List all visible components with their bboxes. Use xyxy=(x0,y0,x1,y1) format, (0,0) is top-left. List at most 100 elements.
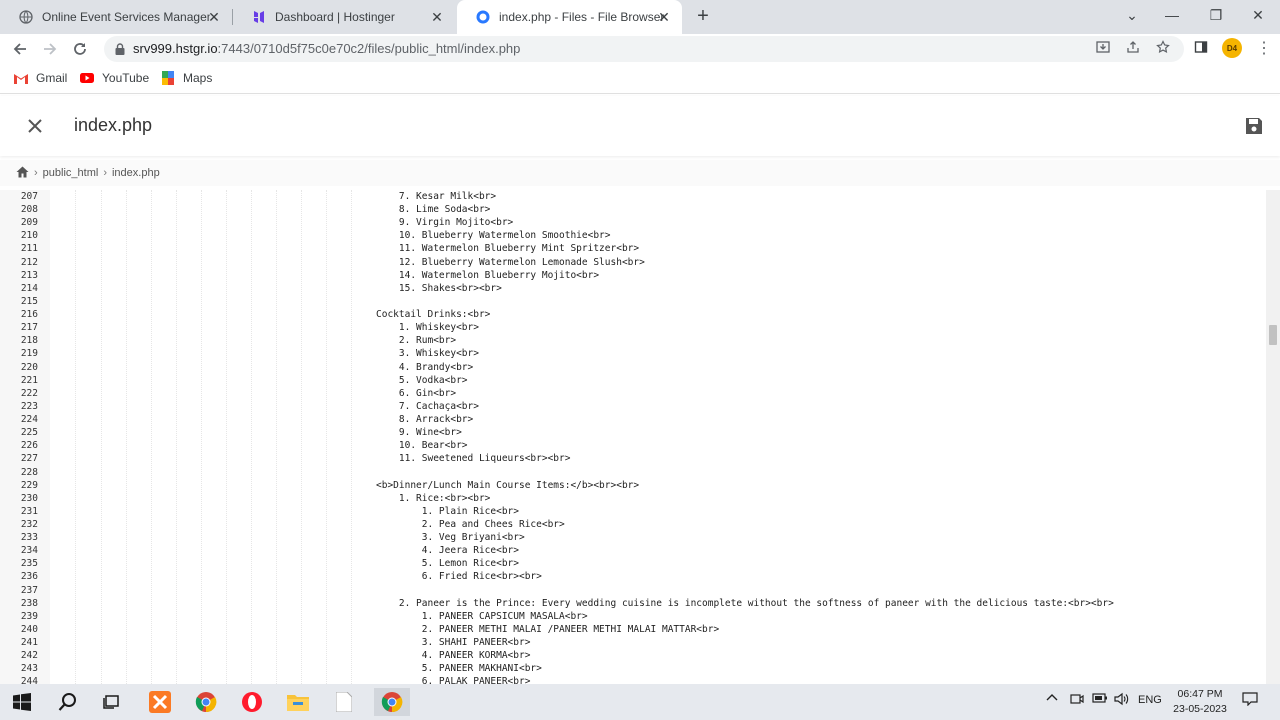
close-tab-icon[interactable]: ✕ xyxy=(656,9,672,25)
minimize-icon[interactable]: — xyxy=(1152,0,1192,30)
code-line[interactable]: 10. Blueberry Watermelon Smoothie<br> xyxy=(376,229,611,242)
more-menu-icon[interactable]: ⋮ xyxy=(1256,39,1272,59)
code-line[interactable]: 3. SHAHI PANEER<br> xyxy=(376,636,531,649)
notepad-icon[interactable] xyxy=(330,688,358,716)
code-line[interactable]: 12. Blueberry Watermelon Lemonade Slush<… xyxy=(376,256,645,269)
chrome-active-icon[interactable] xyxy=(374,688,410,716)
code-line[interactable]: 6. Gin<br> xyxy=(376,387,456,400)
line-number: 215 xyxy=(20,295,38,307)
code-line[interactable]: 14. Watermelon Blueberry Mojito<br> xyxy=(376,269,599,282)
line-number: 239 xyxy=(20,610,38,622)
tab-search-icon[interactable]: ⌄ xyxy=(1112,0,1152,30)
code-line[interactable]: 3. Whiskey<br> xyxy=(376,347,479,360)
share-icon[interactable] xyxy=(1124,38,1142,56)
code-line[interactable]: 15. Shakes<br><br> xyxy=(376,282,502,295)
code-line[interactable]: 11. Watermelon Blueberry Mint Spritzer<b… xyxy=(376,242,639,255)
bookmark-youtube[interactable]: YouTube xyxy=(80,71,149,85)
code-line[interactable]: 5. Vodka<br> xyxy=(376,374,468,387)
code-line[interactable]: 4. Brandy<br> xyxy=(376,361,473,374)
code-line[interactable]: 11. Sweetened Liqueurs<br><br> xyxy=(376,452,571,465)
side-panel-icon[interactable] xyxy=(1192,38,1210,56)
save-icon[interactable] xyxy=(1244,116,1264,136)
tab-online-event[interactable]: Online Event Services Manageme ✕ xyxy=(0,0,232,34)
new-tab-button[interactable]: + xyxy=(692,6,714,28)
code-line[interactable]: 9. Wine<br> xyxy=(376,426,462,439)
indent-guide xyxy=(301,190,302,684)
tab-title: index.php - Files - File Browser xyxy=(499,10,665,24)
breadcrumb-public-html[interactable]: public_html xyxy=(43,167,99,179)
code-line[interactable]: 3. Veg Briyani<br> xyxy=(376,531,525,544)
code-line[interactable]: 10. Bear<br> xyxy=(376,439,468,452)
editor-scrollbar[interactable] xyxy=(1266,190,1280,684)
code-line[interactable]: 1. Plain Rice<br> xyxy=(376,505,519,518)
code-line[interactable]: 4. PANEER KORMA<br> xyxy=(376,649,531,662)
clock-date: 23-05-2023 xyxy=(1173,703,1227,715)
code-line[interactable]: 1. PANEER CAPSICUM MASALA<br> xyxy=(376,610,588,623)
line-number: 217 xyxy=(20,322,38,334)
code-line[interactable]: 5. Lemon Rice<br> xyxy=(376,557,519,570)
bookmark-star-icon[interactable] xyxy=(1154,38,1172,56)
code-line[interactable]: 2. Pea and Chees Rice<br> xyxy=(376,518,565,531)
youtube-icon xyxy=(80,71,94,85)
tab-hostinger[interactable]: Dashboard | Hostinger ✕ xyxy=(233,0,455,34)
code-line[interactable]: 1. Rice:<br><br> xyxy=(376,492,491,505)
code-line[interactable]: 7. Cachaça<br> xyxy=(376,400,479,413)
bookmark-gmail[interactable]: Gmail xyxy=(14,71,67,85)
scrollbar-thumb[interactable] xyxy=(1269,325,1277,345)
line-number: 227 xyxy=(20,453,38,465)
task-view-icon[interactable] xyxy=(98,688,126,716)
tray-chevron-up-icon[interactable] xyxy=(1046,692,1058,705)
xampp-icon[interactable] xyxy=(146,688,174,716)
chrome-icon[interactable] xyxy=(192,688,220,716)
code-line[interactable]: <b>Dinner/Lunch Main Course Items:</b><b… xyxy=(376,479,639,492)
bookmark-maps[interactable]: Maps xyxy=(161,71,212,85)
close-editor-icon[interactable] xyxy=(24,115,46,137)
meet-now-icon[interactable] xyxy=(1070,692,1084,709)
tab-file-browser[interactable]: index.php - Files - File Browser ✕ xyxy=(457,0,682,34)
code-line[interactable]: Cocktail Drinks:<br> xyxy=(376,308,490,321)
line-number: 213 xyxy=(20,269,38,281)
code-line[interactable]: 9. Virgin Mojito<br> xyxy=(376,216,513,229)
file-explorer-icon[interactable] xyxy=(284,688,312,716)
close-tab-icon[interactable]: ✕ xyxy=(429,9,445,25)
line-number: 233 xyxy=(20,532,38,544)
code-editor[interactable]: 207 7. Kesar Milk<br> 208 8. Lime Soda<br… xyxy=(0,190,1280,684)
code-line[interactable]: 2. Rum<br> xyxy=(376,334,456,347)
code-line[interactable]: 1. Whiskey<br> xyxy=(376,321,479,334)
address-bar[interactable]: srv999.hstgr.io:7443/0710d5f75c0e70c2/fi… xyxy=(104,36,1184,62)
indent-guide xyxy=(276,190,277,684)
home-icon[interactable] xyxy=(16,166,29,181)
code-line[interactable]: 7. Kesar Milk<br> xyxy=(376,190,496,203)
line-number: 231 xyxy=(20,505,38,517)
system-clock[interactable]: 06:47 PM 23-05-2023 xyxy=(1172,687,1228,717)
search-icon[interactable] xyxy=(54,688,82,716)
code-line[interactable]: 2. PANEER METHI MALAI /PANEER METHI MALA… xyxy=(376,623,719,636)
volume-icon[interactable] xyxy=(1114,692,1130,709)
line-number: 216 xyxy=(20,309,38,321)
input-language[interactable]: ENG xyxy=(1138,694,1162,706)
reload-icon[interactable] xyxy=(68,37,92,61)
breadcrumb-index-php[interactable]: index.php xyxy=(112,167,160,179)
close-window-icon[interactable]: ✕ xyxy=(1238,0,1278,30)
code-line[interactable]: 5. PANEER MAKHANI<br> xyxy=(376,662,542,675)
line-number: 225 xyxy=(20,427,38,439)
profile-avatar[interactable]: D4 xyxy=(1222,38,1242,58)
code-line[interactable]: 2. Paneer is the Prince: Every wedding c… xyxy=(376,597,1114,610)
maps-icon xyxy=(161,71,175,85)
code-line[interactable]: 8. Lime Soda<br> xyxy=(376,203,491,216)
code-line[interactable]: 6. PALAK PANEER<br> xyxy=(376,675,531,684)
lock-icon[interactable] xyxy=(114,42,126,56)
forward-icon[interactable] xyxy=(38,37,62,61)
back-icon[interactable] xyxy=(8,37,32,61)
battery-icon[interactable] xyxy=(1092,692,1108,707)
windows-start-icon[interactable] xyxy=(8,688,36,716)
code-line[interactable]: 4. Jeera Rice<br> xyxy=(376,544,519,557)
close-tab-icon[interactable]: ✕ xyxy=(206,9,222,25)
restore-icon[interactable]: ❐ xyxy=(1196,0,1236,30)
opera-icon[interactable] xyxy=(238,688,266,716)
notifications-icon[interactable] xyxy=(1242,692,1258,709)
install-app-icon[interactable] xyxy=(1094,38,1112,56)
code-line[interactable]: 8. Arrack<br> xyxy=(376,413,473,426)
line-number: 238 xyxy=(20,597,38,609)
code-line[interactable]: 6. Fried Rice<br><br> xyxy=(376,570,542,583)
